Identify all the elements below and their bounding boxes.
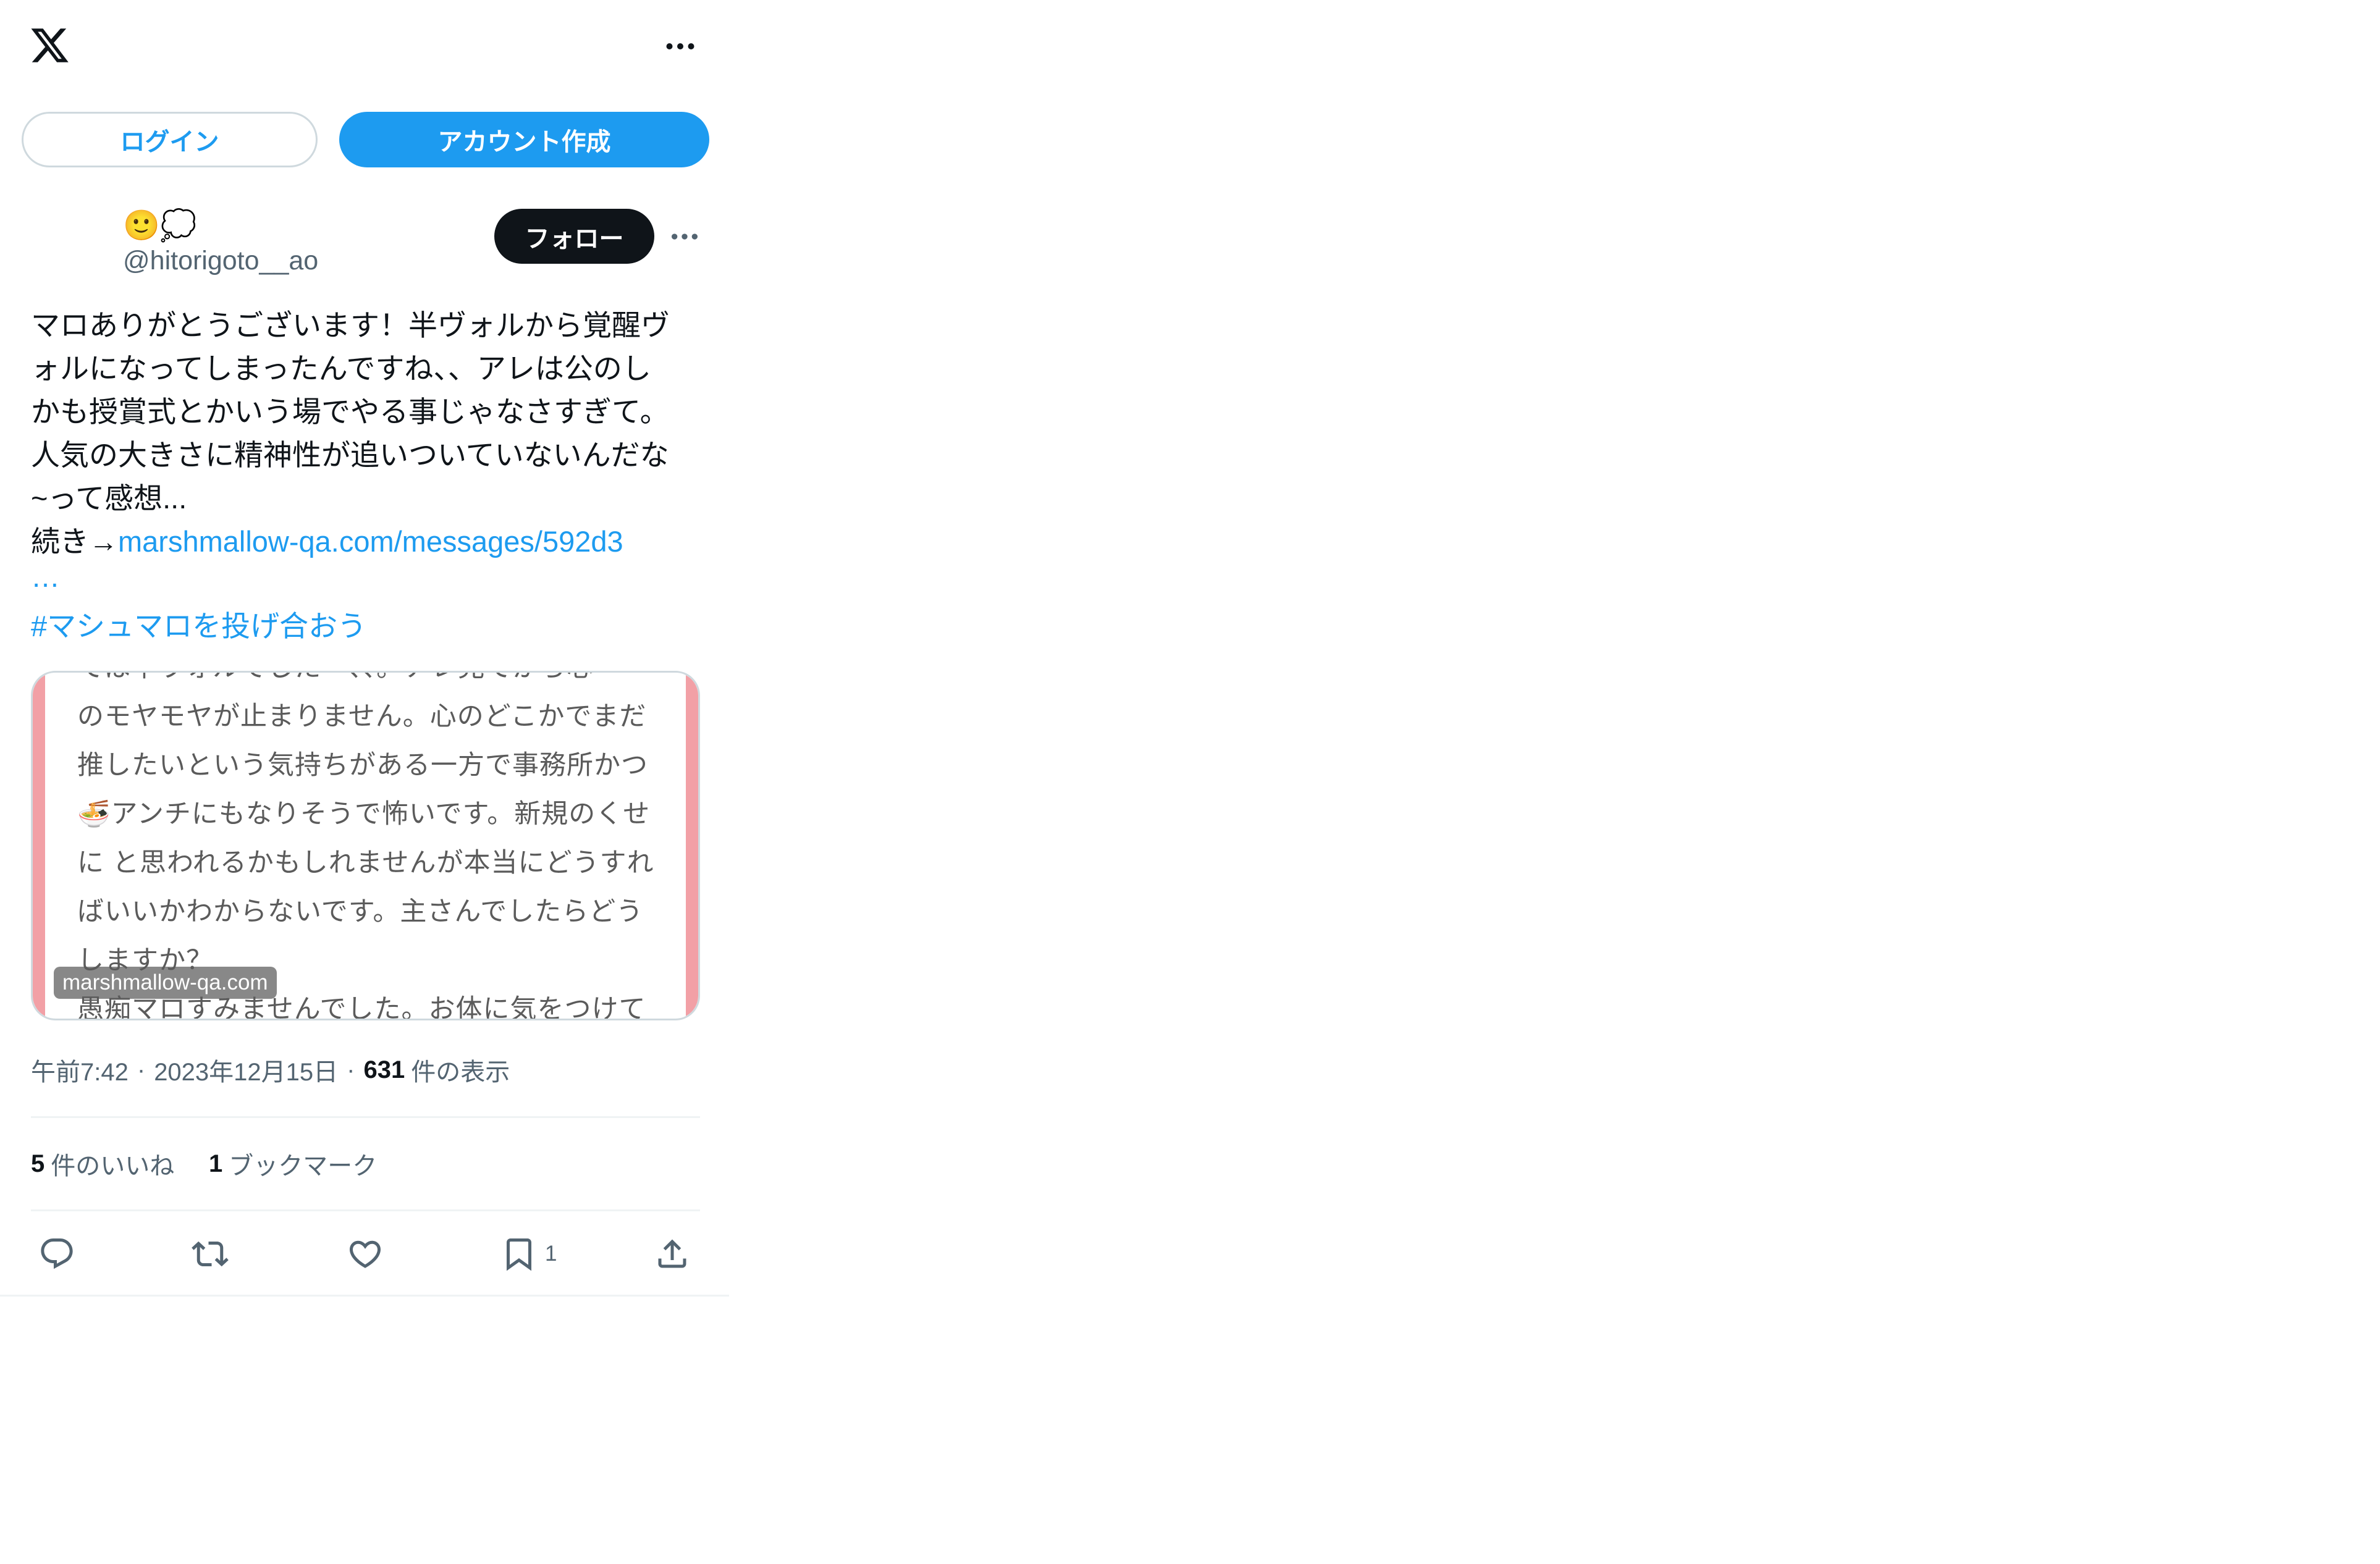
meta-separator: · xyxy=(347,1056,355,1083)
like-button[interactable] xyxy=(347,1235,384,1272)
hashtag-link[interactable]: #マシュマロを投げ合おう xyxy=(31,605,366,648)
tweet-date[interactable]: 2023年12月15日 xyxy=(154,1052,338,1088)
create-account-button[interactable]: アカウント作成 xyxy=(339,112,709,167)
card-text-line: ばいいかわからないです。主さんでしたらどう xyxy=(77,897,644,927)
card-stripe-right xyxy=(686,673,698,1019)
likes-label: 件のいいね xyxy=(51,1153,175,1180)
tweet-meta: 午前7:42 · 2023年12月15日 · 631 件の表示 xyxy=(31,1052,510,1088)
bookmark-icon xyxy=(507,1238,531,1271)
follow-button[interactable]: フォロー xyxy=(494,209,654,264)
bookmarks-stat[interactable]: 1 ブックマーク xyxy=(209,1148,378,1180)
views-count: 631 xyxy=(363,1056,405,1083)
continue-prefix: 続き→ xyxy=(31,525,118,558)
card-text-line: 🍜アンチにもなりそうで怖いです。新規のくせ xyxy=(77,799,651,829)
more-icon[interactable] xyxy=(667,219,702,254)
tweet-time[interactable]: 午前7:42 xyxy=(31,1052,129,1088)
tweet-column: ログイン アカウント作成 🙂💭 @hitorigoto__ao フォロー マロあ… xyxy=(0,0,729,1297)
tweet-continue-line: 続き→marshmallow-qa.com/messages/592d3 xyxy=(31,520,670,563)
retweet-button[interactable] xyxy=(192,1235,229,1272)
card-text-line: ては半ヴォルでした一、、。アレ見てから心 xyxy=(77,673,654,692)
tweet-text-line: ォルになってしまったんですね、、アレは公のし xyxy=(31,352,651,385)
more-icon[interactable] xyxy=(662,28,699,65)
views-label: 件の表示 xyxy=(411,1059,510,1086)
login-button[interactable]: ログイン xyxy=(22,112,318,167)
tweet-text: マロありがとうございます！半ヴォルから覚醒ヴ ォルになってしまったんですね、、ア… xyxy=(31,304,670,563)
link-card[interactable]: ては半ヴォルでした一、、。アレ見てから心 のモヤモヤが止まりません。心のどこかで… xyxy=(31,671,700,1020)
card-text-line: に と思われるかもしれませんが本当にどうすれ xyxy=(77,848,654,878)
tweet-text-line: マロありがとうございます！半ヴォルから覚醒ヴ xyxy=(31,309,670,342)
card-text-line: のモヤモヤが止まりません。心のどこかでまだ xyxy=(77,702,647,731)
card-domain-badge: marshmallow-qa.com xyxy=(54,967,277,999)
tweet-text-line: かも授賞式とかいう場でやる事じゃなさすぎて。 xyxy=(31,395,669,428)
author-display-name[interactable]: 🙂💭 xyxy=(123,208,197,245)
tweet-text-line: 人気の大きさに精神性が追いついていないんだな xyxy=(31,439,669,471)
message-link[interactable]: marshmallow-qa.com/messages/592d3 xyxy=(118,525,623,558)
divider xyxy=(31,1209,700,1211)
avatar[interactable] xyxy=(31,207,105,281)
divider xyxy=(31,1116,700,1118)
bookmarks-count: 1 xyxy=(209,1150,223,1177)
share-icon xyxy=(658,1239,686,1268)
meta-separator: · xyxy=(137,1056,146,1083)
reply-button[interactable] xyxy=(38,1235,75,1272)
bookmark-count: 1 xyxy=(545,1242,557,1266)
likes-count: 5 xyxy=(31,1150,45,1177)
retweet-icon xyxy=(192,1241,229,1267)
bookmarks-label: ブックマーク xyxy=(229,1153,378,1180)
likes-stat[interactable]: 5 件のいいね xyxy=(31,1148,175,1180)
card-text-line: 推したいという気持ちがある一方で事務所かつ xyxy=(77,750,648,780)
share-button[interactable] xyxy=(654,1235,691,1272)
heart-icon xyxy=(349,1240,381,1268)
reply-icon xyxy=(41,1238,73,1269)
tweet-text-line: ~って感想... xyxy=(31,482,187,515)
message-link-ellipsis[interactable]: … xyxy=(31,555,60,599)
author-handle[interactable]: @hitorigoto__ao xyxy=(123,244,318,277)
card-stripe-left xyxy=(33,673,45,1019)
x-logo-icon[interactable] xyxy=(29,25,70,66)
bookmark-button[interactable] xyxy=(500,1235,538,1272)
